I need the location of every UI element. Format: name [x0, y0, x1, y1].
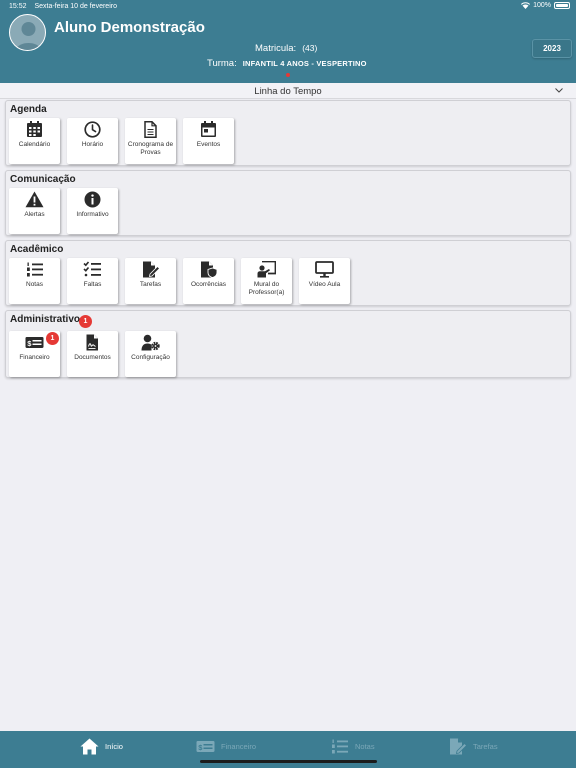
tile-label: Documentos — [74, 354, 111, 361]
tile-label: Informativo — [76, 211, 109, 218]
checklist-icon — [83, 261, 101, 277]
section-title: Acadêmico — [10, 244, 64, 255]
tile-mural-do-professor[interactable]: Mural do Professor(a) — [241, 258, 292, 304]
tile-label: Faltas — [83, 281, 102, 288]
tile-label: Calendário — [18, 141, 51, 148]
tab-inicio[interactable]: Início — [80, 736, 123, 756]
tile-video-aula[interactable]: Vídeo Aula — [299, 258, 350, 304]
tile-configuracao[interactable]: Configuração — [125, 331, 176, 377]
battery-icon — [554, 2, 570, 9]
tab-label: Tarefas — [473, 741, 498, 751]
turma-value: INFANTIL 4 ANOS - VESPERTINO — [242, 59, 367, 68]
tab-label: Notas — [355, 741, 375, 751]
year-selector-button[interactable]: 2023 — [532, 39, 572, 58]
clock-icon — [84, 121, 101, 138]
tab-label: Início — [105, 741, 123, 751]
home-icon — [80, 738, 99, 754]
tile-cronograma-de-provas[interactable]: Cronograma de Provas — [125, 118, 176, 164]
money-bill-icon: $ — [196, 740, 215, 752]
tab-tarefas[interactable]: Tarefas — [448, 736, 498, 756]
tile-tarefas[interactable]: Tarefas — [125, 258, 176, 304]
tile-label: Configuração — [131, 354, 170, 361]
section-title: Comunicação — [10, 174, 76, 185]
tile-label: Vídeo Aula — [308, 281, 341, 288]
tile-label: Cronograma de Provas — [127, 141, 174, 156]
section-title: Administrativo — [10, 314, 81, 325]
chevron-down-icon — [555, 88, 563, 93]
tile-label: Alertas — [24, 211, 45, 218]
wifi-icon — [521, 2, 531, 9]
file-signature-icon — [86, 334, 98, 351]
tile-label: Financeiro — [19, 354, 50, 361]
numbered-list-icon — [332, 739, 348, 753]
timeline-toggle[interactable]: Linha do Tempo — [0, 83, 576, 99]
bottom-tab-bar: Início $ Financeiro Notas Tarefas — [0, 731, 576, 768]
file-edit-icon — [143, 261, 160, 278]
tile-notas[interactable]: Notas — [9, 258, 60, 304]
turma-row: Turma: INFANTIL 4 ANOS - VESPERTINO — [207, 58, 367, 69]
money-bill-icon: $ — [25, 337, 44, 348]
calendar-day-icon — [201, 121, 216, 137]
home-indicator[interactable] — [200, 760, 377, 763]
tile-label: Notas — [26, 281, 43, 288]
student-name: Aluno Demonstração — [54, 19, 205, 36]
avatar[interactable] — [9, 14, 46, 51]
tile-label: Horário — [81, 141, 104, 148]
matricula-label: Matricula: — [255, 43, 297, 54]
tile-informativo[interactable]: Informativo — [67, 188, 118, 234]
user-cog-icon — [141, 334, 160, 351]
section-notification-badge: 1 — [79, 315, 92, 328]
warning-icon — [25, 191, 44, 208]
timeline-label: Linha do Tempo — [254, 86, 322, 97]
status-time: 15:52 — [9, 3, 27, 10]
tile-notification-badge: 1 — [46, 332, 59, 345]
section-title: Agenda — [10, 104, 47, 115]
app-header: 15:52 Sexta-feira 10 de fevereiro 100% A… — [0, 0, 576, 83]
file-shield-icon — [201, 261, 218, 278]
tab-label: Financeiro — [221, 741, 257, 751]
calendar-icon — [27, 121, 42, 137]
section-comunicacao: Comunicação Alertas Informativo — [5, 170, 571, 236]
file-edit-icon — [450, 738, 467, 754]
page-indicator-dot — [286, 73, 290, 77]
monitor-icon — [315, 261, 334, 278]
tile-ocorrencias[interactable]: Ocorrências — [183, 258, 234, 304]
document-icon — [144, 121, 157, 138]
battery-percent: 100% — [533, 2, 551, 9]
numbered-list-icon — [27, 262, 43, 277]
tile-calendario[interactable]: Calendário — [9, 118, 60, 164]
section-academico: Acadêmico Notas Faltas Tarefas Ocorrênci… — [5, 240, 571, 306]
tile-documentos[interactable]: Documentos — [67, 331, 118, 377]
tile-label: Tarefas — [139, 281, 162, 288]
status-bar: 15:52 Sexta-feira 10 de fevereiro 100% — [0, 0, 576, 13]
tile-label: Eventos — [196, 141, 221, 148]
tile-label: Mural do Professor(a) — [248, 281, 285, 296]
tile-label: Ocorrências — [190, 281, 227, 288]
tile-eventos[interactable]: Eventos — [183, 118, 234, 164]
matricula-value: (43) — [302, 43, 318, 53]
section-agenda: Agenda Calendário Horário Cronograma de … — [5, 100, 571, 166]
matricula-row: Matricula: (43) — [255, 43, 317, 54]
status-date: Sexta-feira 10 de fevereiro — [34, 3, 117, 10]
user-avatar-icon — [15, 22, 42, 50]
tab-financeiro[interactable]: $ Financeiro — [196, 736, 256, 756]
info-icon — [84, 191, 101, 208]
turma-label: Turma: — [207, 58, 237, 69]
section-administrativo: Administrativo 1 $ Financeiro 1 Document… — [5, 310, 571, 378]
tile-faltas[interactable]: Faltas — [67, 258, 118, 304]
tile-financeiro[interactable]: $ Financeiro 1 — [9, 331, 60, 377]
tab-notas[interactable]: Notas — [330, 736, 375, 756]
tile-horario[interactable]: Horário — [67, 118, 118, 164]
tile-alertas[interactable]: Alertas — [9, 188, 60, 234]
chalkboard-teacher-icon — [257, 261, 276, 278]
